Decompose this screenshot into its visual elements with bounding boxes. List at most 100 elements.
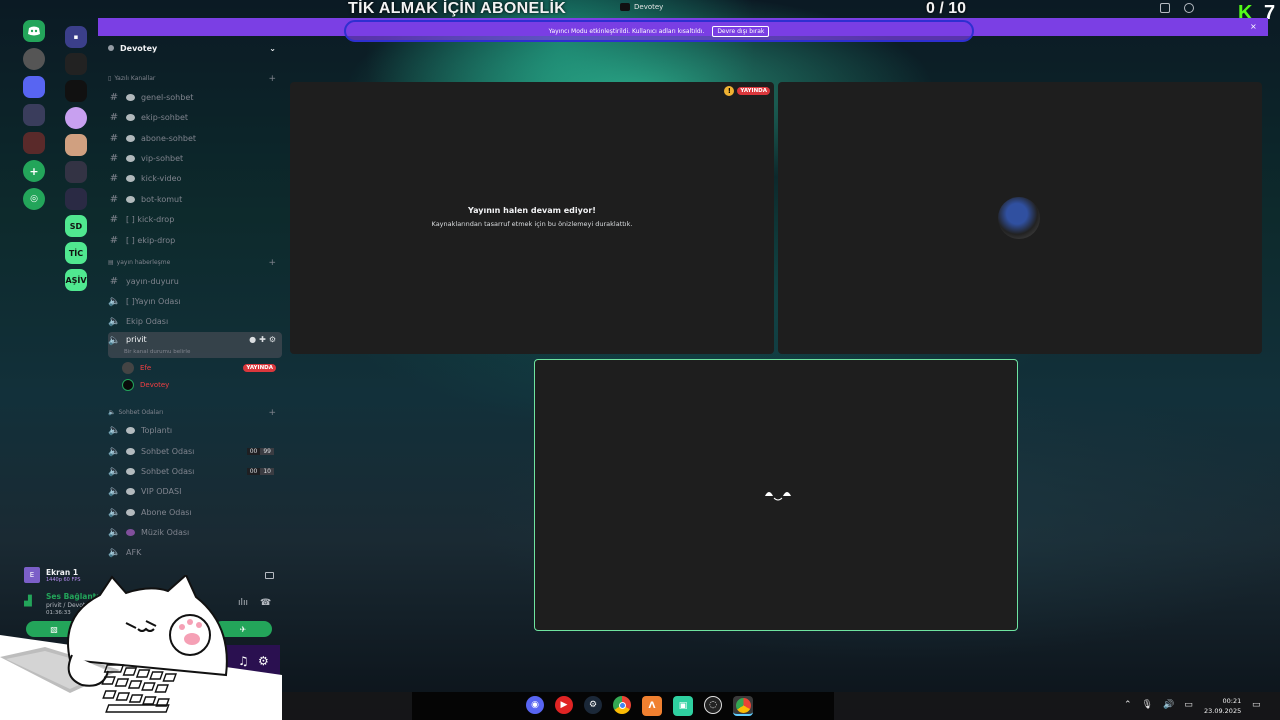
live-badge: YAYINDA — [737, 87, 770, 95]
chrome-2-icon[interactable] — [733, 696, 753, 716]
channel-bot-komut[interactable]: # bot-komut — [108, 190, 282, 208]
chat-icon — [126, 134, 135, 142]
channel-yayin-duyuru[interactable]: # yayın-duyuru — [108, 272, 282, 290]
tile-live-indicator: ! YAYINDA — [724, 86, 770, 96]
server-asiv[interactable]: AŞİV — [65, 269, 87, 291]
shield-icon — [126, 195, 135, 203]
channel-label: VIP ODASI — [141, 486, 182, 496]
youtube-music-icon[interactable]: ▶ — [555, 696, 573, 714]
explore-icon[interactable]: ◎ — [23, 188, 45, 210]
avatar — [122, 362, 134, 374]
category-chat[interactable]: 🔈 Sohbet Odaları + — [108, 408, 276, 418]
channel-toplanti[interactable]: 🔈 Toplantı — [108, 421, 282, 439]
server-icon-a[interactable] — [65, 53, 87, 75]
folder-open-icon[interactable]: ▪ — [65, 26, 87, 48]
channel-abone-sohbet[interactable]: # abone-sohbet — [108, 129, 282, 147]
server-header[interactable]: Devotey ⌄ — [108, 44, 276, 53]
channel-label: yayın-duyuru — [126, 276, 179, 286]
channel-vip-sohbet[interactable]: # vip-sohbet — [108, 149, 282, 167]
steam-icon[interactable]: ⚙ — [584, 696, 602, 714]
close-icon[interactable]: × — [1250, 22, 1257, 31]
folder-icon[interactable] — [23, 76, 45, 98]
clock[interactable]: 00:21 23.09.2025 — [1204, 696, 1241, 716]
channel-ekip-sohbet[interactable]: # ekip-sohbet — [108, 108, 282, 126]
discord-home-icon[interactable] — [23, 20, 45, 42]
discord-icon[interactable]: ◉ — [526, 696, 544, 714]
channel-muzik-odasi[interactable]: 🔈 Müzik Odası — [108, 523, 282, 541]
server-icon-b[interactable] — [65, 80, 87, 102]
channel-yayin-odasi[interactable]: 🔈 [ ]Yayın Odası — [108, 292, 282, 310]
channel-kick-drop[interactable]: # [ ] kick-drop — [108, 210, 282, 228]
speaker-icon: 🔈 — [108, 526, 121, 538]
add-channel-icon[interactable]: + — [268, 408, 276, 418]
avatar — [122, 379, 134, 391]
server-folder-2-icon[interactable] — [23, 132, 45, 154]
channel-status[interactable]: Bir kanal durumu belirle — [124, 349, 190, 355]
server-icon-1[interactable] — [23, 48, 45, 70]
channel-label: [ ] kick-drop — [126, 214, 175, 224]
channel-ekip-drop[interactable]: # [ ] ekip-drop — [108, 231, 282, 249]
add-server-icon[interactable]: + — [23, 160, 45, 182]
obs-icon[interactable]: ◌ — [704, 696, 722, 714]
chevron-down-icon[interactable]: ⌄ — [269, 44, 276, 53]
network-icon[interactable]: ▭ — [1184, 700, 1193, 710]
inbox-icon[interactable] — [1160, 3, 1170, 13]
speaker-icon: 🔈 — [108, 295, 121, 307]
disable-streamer-mode-button[interactable]: Devre dışı bırak — [712, 25, 770, 37]
help-icon[interactable] — [1184, 3, 1194, 13]
server-icon-c[interactable] — [65, 107, 87, 129]
chat-icon[interactable]: ● — [249, 335, 256, 344]
speaker-icon: 🔈 — [108, 465, 121, 477]
app-b-icon[interactable]: ▣ — [673, 696, 693, 716]
discord-window-icon — [620, 3, 630, 11]
channel-label: Ekip Odası — [126, 316, 169, 326]
channel-afk[interactable]: 🔈 AFK — [108, 543, 282, 561]
chat-icon — [126, 426, 135, 434]
voice-user[interactable]: Efe YAYINDA — [122, 361, 276, 375]
channel-sohbet-odasi-1[interactable]: 🔈 Sohbet Odası 00 99 — [108, 442, 282, 460]
channel-label: Abone Odası — [141, 507, 192, 517]
gear-icon[interactable]: ⚙ — [269, 335, 276, 344]
channel-vip-odasi[interactable]: 🔈 VIP ODASI — [108, 482, 282, 500]
avatar — [998, 197, 1040, 239]
channel-ekip-odasi[interactable]: 🔈 Ekip Odası — [108, 312, 282, 330]
participant-tile[interactable] — [778, 82, 1262, 354]
channel-label: bot-komut — [141, 194, 183, 204]
server-status-icon — [108, 45, 114, 51]
channel-sohbet-odasi-2[interactable]: 🔈 Sohbet Odası 00 10 — [108, 462, 282, 480]
category-label: Yazılı Kanallar — [114, 75, 156, 82]
app-a-icon[interactable]: Λ — [642, 696, 662, 716]
stream-tile-paused[interactable]: ! YAYINDA Yayının halen devam ediyor! Ka… — [290, 82, 774, 354]
category-announcements[interactable]: ▤ yayın haberleşme + — [108, 258, 276, 268]
avatar-face-icon — [763, 488, 793, 505]
server-icon-e[interactable] — [65, 161, 87, 183]
hash-icon: # — [109, 193, 119, 205]
hash-icon: # — [109, 91, 119, 103]
streamer-mode-notice: Yayıncı Modu etkinleştirildi. Kullanıcı … — [344, 20, 974, 42]
channel-abone-odasi[interactable]: 🔈 Abone Odası — [108, 503, 282, 521]
channel-kick-video[interactable]: # kick-video — [108, 169, 282, 187]
notification-icon[interactable]: ▭ — [1252, 700, 1261, 710]
chrome-icon[interactable] — [613, 696, 631, 714]
microphone-icon[interactable]: 🎙 — [1142, 700, 1153, 710]
server-icon-f[interactable] — [65, 188, 87, 210]
chevron-up-icon[interactable]: ⌃ — [1124, 700, 1132, 710]
add-user-icon[interactable]: ✚ — [259, 335, 266, 344]
server-sd[interactable]: SD — [65, 215, 87, 237]
server-icon-d[interactable] — [65, 134, 87, 156]
voice-user-name: Efe — [140, 364, 152, 372]
channel-genel-sohbet[interactable]: # genel-sohbet — [108, 88, 282, 106]
participant-tile-speaking[interactable] — [534, 359, 1018, 631]
add-channel-icon[interactable]: + — [268, 74, 276, 84]
hash-icon: # — [109, 111, 119, 123]
speaker-icon: 🔈 — [108, 546, 121, 558]
user-count: 00 — [246, 467, 261, 475]
server-folder-icon[interactable] — [23, 104, 45, 126]
category-text[interactable]: ▯ Yazılı Kanallar + — [108, 74, 276, 84]
server-tic[interactable]: TİC — [65, 242, 87, 264]
voice-user-name: Devotey — [140, 381, 170, 389]
add-channel-icon[interactable]: + — [268, 258, 276, 268]
voice-user[interactable]: Devotey — [122, 378, 276, 392]
volume-icon[interactable]: 🔊 — [1163, 700, 1174, 710]
hash-icon: # — [109, 213, 119, 225]
